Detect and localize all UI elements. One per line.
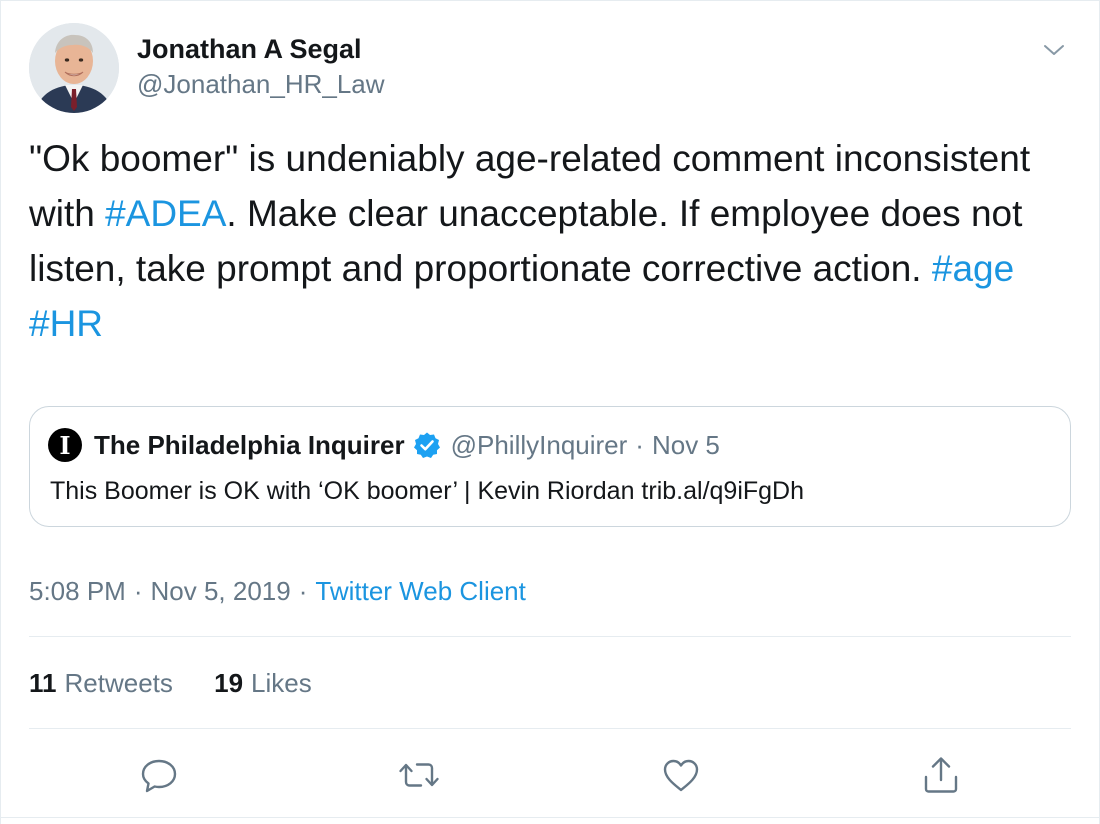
quoted-tweet-separator: ·	[635, 429, 644, 460]
like-icon[interactable]	[659, 753, 703, 797]
tweet-date[interactable]: Nov 5, 2019	[151, 576, 291, 606]
avatar[interactable]	[29, 23, 119, 113]
tweet-meta: 5:08 PM · Nov 5, 2019 · Twitter Web Client	[29, 571, 526, 611]
retweets-label: Retweets	[64, 668, 173, 698]
hashtag-adea[interactable]: #ADEA	[105, 193, 226, 234]
hashtag-hr[interactable]: #HR	[29, 303, 103, 344]
quoted-tweet-avatar: I	[48, 428, 82, 462]
retweets-stat[interactable]: 11 Retweets	[29, 668, 173, 698]
tweet-stats: 11 Retweets 19 Likes	[29, 663, 346, 703]
meta-separator: ·	[298, 576, 308, 606]
tweet-time[interactable]: 5:08 PM	[29, 576, 126, 606]
verified-badge-icon	[413, 431, 441, 459]
divider	[29, 636, 1071, 637]
divider	[29, 728, 1071, 729]
divider	[1, 817, 1100, 818]
tweet-card: Jonathan A Segal @Jonathan_HR_Law "Ok bo…	[0, 0, 1100, 824]
likes-stat[interactable]: 19 Likes	[214, 668, 312, 698]
author-names: Jonathan A Segal @Jonathan_HR_Law	[137, 31, 385, 101]
tweet-actions	[1, 753, 1100, 797]
retweet-icon[interactable]	[397, 753, 441, 797]
likes-count: 19	[214, 668, 244, 698]
retweets-count: 11	[29, 668, 57, 698]
reply-icon[interactable]	[137, 753, 181, 797]
quoted-tweet-text: This Boomer is OK with ‘OK boomer’ | Kev…	[50, 477, 805, 505]
share-icon[interactable]	[919, 753, 963, 797]
quoted-tweet-handle: @PhillyInquirer	[450, 429, 628, 460]
meta-separator: ·	[133, 576, 143, 606]
likes-label: Likes	[251, 668, 312, 698]
tweet-client-link[interactable]: Twitter Web Client	[315, 576, 525, 606]
chevron-down-icon[interactable]	[1039, 35, 1069, 65]
author-display-name[interactable]: Jonathan A Segal	[137, 31, 385, 67]
quoted-tweet-header: I The Philadelphia Inquirer @PhillyInqui…	[48, 427, 720, 463]
hashtag-age[interactable]: #age	[932, 248, 1014, 289]
quoted-tweet-name: The Philadelphia Inquirer	[94, 429, 405, 460]
tweet-header: Jonathan A Segal @Jonathan_HR_Law	[29, 23, 1073, 115]
quoted-tweet-date: Nov 5	[651, 429, 720, 460]
tweet-text: "Ok boomer" is undeniably age-related co…	[29, 131, 1069, 351]
author-handle[interactable]: @Jonathan_HR_Law	[137, 67, 385, 101]
avatar-image	[29, 23, 119, 113]
quoted-tweet[interactable]: I The Philadelphia Inquirer @PhillyInqui…	[29, 406, 1071, 527]
